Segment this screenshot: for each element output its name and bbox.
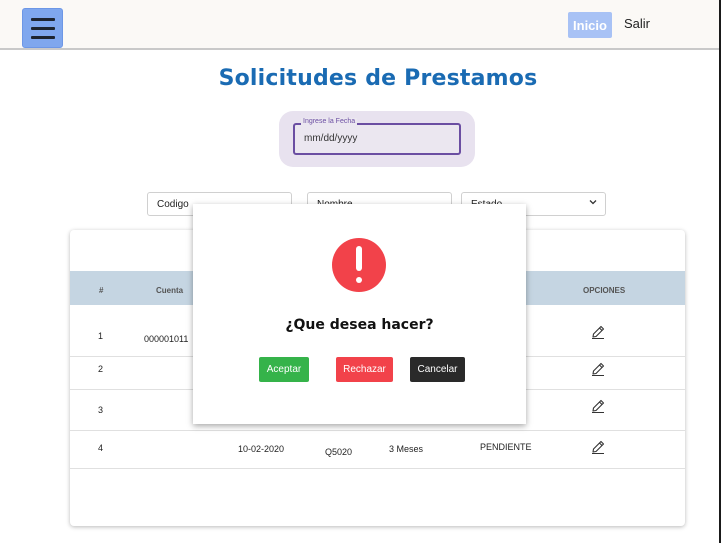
row-2-num: 2 [98,364,104,374]
chevron-down-icon [589,198,597,208]
row-4-plazo: 3 Meses [389,444,424,454]
edit-pencil-icon[interactable] [590,324,606,340]
hamburger-menu-icon[interactable] [22,8,63,48]
action-dialog: ¿Que desea hacer? Aceptar Rechazar Cance… [193,204,526,424]
accept-button[interactable]: Aceptar [259,357,309,382]
edit-pencil-icon[interactable] [590,439,606,455]
edit-pencil-icon[interactable] [590,398,606,414]
inicio-button[interactable]: Inicio [568,12,612,38]
row-4-estado: PENDIENTE [480,442,532,452]
row-4-num: 4 [98,443,104,453]
header-cuenta: Cuenta [156,286,184,295]
dialog-question: ¿Que desea hacer? [285,317,434,333]
cancel-button[interactable]: Cancelar [410,357,465,382]
top-navbar [0,0,720,50]
page-title: Solicitudes de Prestamos [218,66,538,91]
header-num: # [99,286,104,295]
reject-button[interactable]: Rechazar [336,357,393,382]
row-1-cuenta: 000001011 [144,334,189,344]
header-opciones: OPCIONES [583,286,626,295]
date-input-value: mm/dd/yyyy [304,133,358,144]
salir-link[interactable]: Salir [624,16,650,31]
codigo-filter-text: Codigo [157,199,189,210]
date-input-label: Ingrese la Fecha [301,118,358,125]
date-input[interactable]: Ingrese la Fecha mm/dd/yyyy [293,118,461,155]
exclamation-alert-icon [332,238,386,292]
row-3-num: 3 [98,405,104,415]
row-divider [70,430,685,431]
row-divider [70,468,685,469]
row-4-fecha: 10-02-2020 [238,444,285,454]
edit-pencil-icon[interactable] [590,361,606,377]
date-filter-container: Ingrese la Fecha mm/dd/yyyy [279,111,475,167]
row-4-codigo: Q5020 [325,447,353,457]
row-1-num: 1 [98,331,104,341]
